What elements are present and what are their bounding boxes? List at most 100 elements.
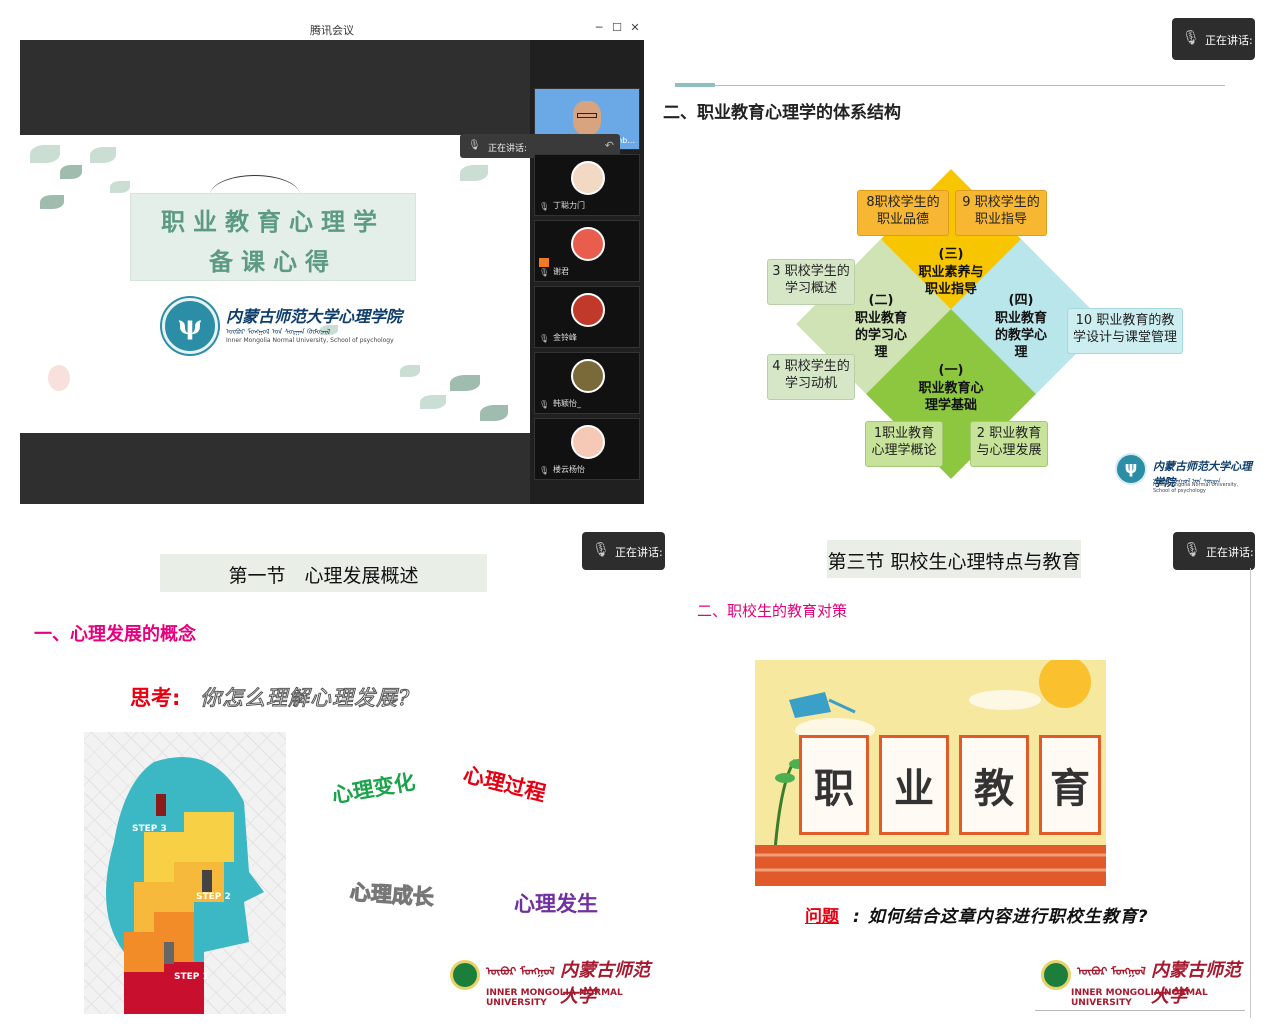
step-label: STEP 2 — [196, 892, 231, 902]
leaf-decoration — [60, 165, 82, 179]
leaf-decoration — [450, 375, 480, 391]
concept-word: 心理过程 — [460, 762, 549, 806]
box-4: 4 职校学生的 学习动机 — [767, 354, 855, 400]
bottom-rule — [1035, 1010, 1245, 1011]
box-9: 9 职校学生的 职业指导 — [955, 190, 1047, 236]
slide-title-line1: 职业教育心理学 — [161, 207, 385, 236]
development-slide: 🎙 正在讲话: 第一节 心理发展概述 一、心理发展的概念 思考: 你怎么理解心理… — [20, 528, 665, 1018]
speaking-badge: 🎙 正在讲话: 蕾 — [1172, 18, 1267, 60]
poster-char: 职 — [814, 766, 854, 812]
presenter-icon — [539, 258, 549, 267]
poster-char-box: 育 — [1039, 735, 1101, 835]
avatar — [571, 425, 605, 459]
meeting-window: 腾讯会议 ─ ☐ ✕ 职业教育心理学 备课心得 ψ 内蒙古师范大学心理学院 ᠥᠪ… — [20, 18, 644, 504]
shared-screen: 职业教育心理学 备课心得 ψ 内蒙古师范大学心理学院 ᠥᠪᠦᠷ ᠮᠣᠩᠭᠣᠯ ᠤ… — [20, 40, 530, 504]
participant-name: 韩颖怡_ — [553, 399, 581, 408]
leaf-decoration — [30, 145, 60, 163]
speaking-badge: 🎙 正在讲话: 蕾 — [1173, 532, 1268, 570]
stairs-head-illustration: STEP 3 STEP 2 STEP 1 — [84, 732, 286, 1014]
speaking-label: 正在讲话: 蕾 — [1205, 34, 1268, 47]
participant-tile[interactable]: 🎙 谢君 — [534, 220, 640, 282]
psi-icon: ψ — [1124, 458, 1138, 477]
university-name-mongol: ᠥᠪᠦᠷ ᠮᠣᠩᠭᠣᠯ — [1077, 965, 1146, 978]
org-name-mongol: ᠥᠪᠦᠷ ᠮᠣᠩᠭᠣᠯ ᠤᠨ ᠰᠤᠷᠭᠠᠨ ᠬᠦᠮᠦᠵᠢᠯ — [226, 328, 331, 336]
leaf-decoration — [90, 147, 116, 163]
diamond-yi-num: (一) — [938, 363, 964, 378]
close-button[interactable]: ✕ — [628, 21, 642, 34]
top-accent — [675, 83, 715, 87]
top-divider — [675, 85, 1225, 86]
poster-char: 育 — [1050, 766, 1090, 812]
vocational-education-poster: 职 业 教 育 — [755, 660, 1106, 886]
section-title-box: 第三节 职校生心理特点与教育 — [827, 540, 1081, 578]
org-name-en: Inner Mongolia Normal University, School… — [226, 337, 394, 344]
diamond-san-num: (三) — [938, 247, 964, 262]
return-icon[interactable]: ↶ — [605, 139, 614, 152]
avatar — [571, 161, 605, 195]
mic-muted-icon: 🎙 — [539, 466, 550, 475]
poster-char: 业 — [894, 766, 934, 812]
maximize-button[interactable]: ☐ — [610, 21, 624, 34]
school-logo: ψ — [1115, 453, 1147, 485]
university-logo — [1041, 960, 1071, 990]
minimize-button[interactable]: ─ — [592, 21, 606, 34]
subheading: 一、心理发展的概念 — [34, 624, 196, 645]
mic-muted-icon: 🎙 — [539, 400, 550, 409]
mic-muted-icon: 🎙 — [1183, 542, 1201, 558]
mic-muted-icon: 🎙 — [1182, 30, 1200, 46]
concept-word: 心理变化 — [330, 769, 417, 808]
concept-word: 心理成长 — [349, 880, 435, 911]
section-title: 第一节 心理发展概述 — [228, 565, 419, 587]
org-name-en: Inner Mongolia Normal University, School… — [1153, 482, 1239, 494]
step-label: STEP 1 — [174, 972, 209, 982]
box-8: 8职校学生的 职业品德 — [857, 190, 949, 236]
box-2: 2 职业教育 与心理发展 — [970, 421, 1048, 467]
avatar — [571, 293, 605, 327]
section-title: 第三节 职校生心理特点与教育 — [827, 551, 1081, 573]
speaking-label: 正在讲话: — [615, 546, 663, 559]
title-slide: 职业教育心理学 备课心得 ψ 内蒙古师范大学心理学院 ᠥᠪᠦᠷ ᠮᠣᠩᠭᠣᠯ ᠤ… — [20, 135, 530, 433]
slide-title-box: 职业教育心理学 备课心得 — [130, 193, 416, 281]
leaf-decoration — [40, 195, 64, 209]
psi-icon: ψ — [177, 311, 203, 341]
university-name-en: INNER MONGOLIA NORMAL UNIVERSITY — [1071, 988, 1208, 1008]
diamond-si-text: 职业教育 的教学心 理 — [994, 311, 1047, 360]
poster-char-box: 教 — [959, 735, 1029, 835]
subheading: 二、职校生的教育对策 — [697, 602, 848, 620]
speaking-label: 正在讲话: — [488, 144, 528, 154]
speaking-label: 正在讲话: 蕾 — [1206, 546, 1269, 559]
box-10: 10 职业教育的教 学设计与课堂管理 — [1067, 308, 1183, 354]
org-name-cn: 内蒙古师范大学心理学院 — [226, 307, 403, 326]
section-title-box: 第一节 心理发展概述 — [160, 554, 487, 592]
university-logo — [450, 960, 480, 990]
participant-name: 丁聪力门 — [553, 201, 585, 210]
participant-tile[interactable]: 🎙 丁聪力门 — [534, 154, 640, 216]
participant-face — [573, 101, 601, 135]
concept-word: 心理发生 — [514, 892, 598, 916]
university-name-en: INNER MONGOLIA NORMAL UNIVERSITY — [486, 988, 623, 1008]
glasses — [577, 113, 597, 118]
participant-name: 金铃峰 — [553, 333, 577, 342]
mic-muted-icon: 🎙 — [592, 542, 610, 558]
mic-muted-icon: 🎙 — [539, 334, 550, 343]
slide-title-line2: 备课心得 — [209, 247, 337, 276]
mic-muted-icon: 🎙 — [539, 202, 550, 211]
leaf-decoration — [110, 181, 130, 193]
diamond-yi-text: 职业教育心 理学基础 — [918, 381, 984, 413]
participant-tile[interactable]: 🎙 韩颖怡_ — [534, 352, 640, 414]
mic-muted-icon: 🎙 — [539, 268, 550, 277]
avatar — [571, 359, 605, 393]
leaf-decoration — [420, 395, 446, 409]
participant-tile[interactable]: 🎙 楼云杨怡 — [534, 418, 640, 480]
poster-char: 教 — [974, 766, 1014, 812]
leaf-decoration — [400, 365, 420, 377]
participant-name: 楼云杨怡 — [553, 465, 585, 474]
slide-heading: 二、职业教育心理学的体系结构 — [663, 103, 901, 123]
question-label: 问题 — [805, 907, 839, 927]
mic-muted-icon: 🎙 — [468, 140, 481, 151]
participant-tile[interactable]: 🎙 金铃峰 — [534, 286, 640, 348]
speaking-badge: 🎙 正在讲话: — [582, 532, 665, 570]
question-text: : 如何结合这章内容进行职校生教育? — [853, 907, 1149, 927]
poster-char-box: 业 — [879, 735, 949, 835]
box-1: 1职业教育 心理学概论 — [865, 421, 943, 467]
